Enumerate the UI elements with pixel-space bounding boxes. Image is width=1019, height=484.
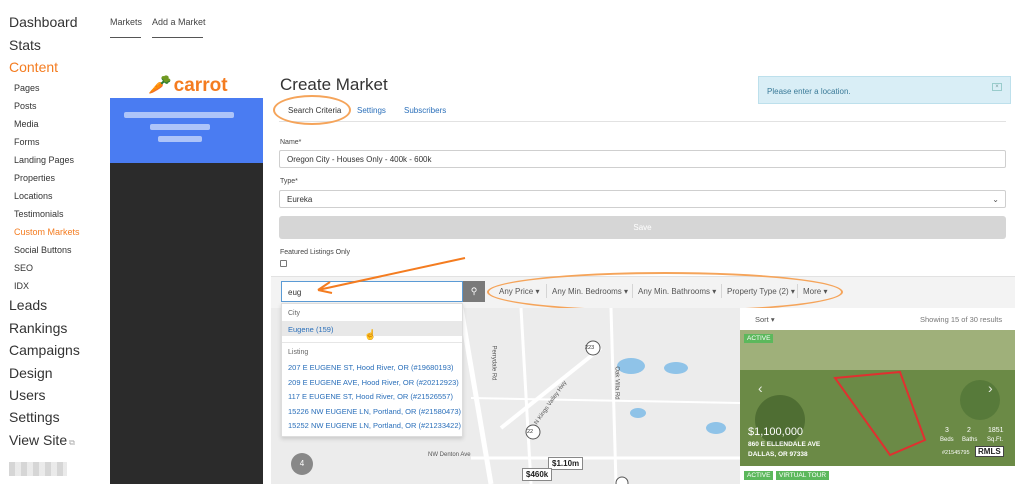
nav-view-site-label: View Site [9, 432, 68, 448]
map-label-denton: NW Denton Ave [428, 452, 471, 458]
close-icon[interactable]: × [992, 83, 1002, 91]
city-option[interactable]: Eugene (159) [288, 325, 333, 334]
nav-item-social-buttons[interactable]: Social Buttons [14, 245, 72, 255]
type-label: Type* [280, 178, 298, 185]
rmls-logo: RMLS [975, 446, 1004, 457]
chevron-left-icon[interactable]: ‹ [758, 380, 763, 396]
tab-markets[interactable]: Markets [110, 17, 142, 27]
listing-option[interactable]: 117 E EUGENE ST, Hood River, OR (#215265… [288, 392, 453, 401]
app-root: Dashboard Stats Content Pages Posts Medi… [0, 0, 1019, 484]
blurred-text [158, 136, 202, 142]
chevron-right-icon[interactable]: › [988, 380, 993, 396]
status-badge: ACTIVE [744, 471, 774, 480]
baths-count: 2 [967, 427, 971, 434]
listing-address: 860 E ELLENDALE AVE [748, 441, 821, 448]
name-field[interactable]: Oregon City - Houses Only - 400k - 600k [279, 150, 1006, 168]
map-price-marker[interactable]: $1.10m [548, 457, 584, 470]
map-cluster[interactable]: 4 [291, 453, 313, 475]
sort-dropdown[interactable]: Sort ▾ [755, 315, 775, 324]
virtual-tour-badge: VIRTUAL TOUR [776, 471, 830, 480]
nav-campaigns[interactable]: Campaigns [9, 342, 80, 358]
sqft-label: Sq.Ft. [987, 437, 1004, 443]
map-label-oak-villa: Oak Villa Rd [613, 366, 620, 400]
map-price-marker[interactable]: $460k [522, 468, 553, 481]
sqft-count: 1851 [988, 427, 1004, 434]
nav-dashboard[interactable]: Dashboard [9, 14, 78, 30]
tab-settings[interactable]: Settings [357, 106, 386, 115]
nav-item-seo[interactable]: SEO [14, 263, 33, 273]
nav-rankings[interactable]: Rankings [9, 320, 67, 336]
hand-cursor-icon: ☝ [364, 330, 377, 341]
nav-item-properties[interactable]: Properties [14, 173, 55, 183]
page-title: Create Market [280, 75, 388, 94]
nav-item-locations[interactable]: Locations [14, 191, 53, 201]
nav-design[interactable]: Design [9, 365, 53, 381]
listing-option[interactable]: 207 E EUGENE ST, Hood River, OR (#196801… [288, 363, 454, 372]
listing-header: Listing [288, 349, 309, 356]
save-button[interactable]: Save [279, 216, 1006, 239]
tab-add-market[interactable]: Add a Market [152, 17, 206, 27]
blurred-text [124, 112, 234, 118]
user-avatar-blurred [9, 462, 67, 476]
listing-option[interactable]: 15226 NW EUGENE LN, Portland, OR (#21580… [288, 407, 461, 416]
nav-item-landing-pages[interactable]: Landing Pages [14, 155, 74, 165]
nav-item-pages[interactable]: Pages [14, 83, 40, 93]
nav-users[interactable]: Users [9, 387, 46, 403]
nav-item-testimonials[interactable]: Testimonials [14, 209, 64, 219]
highlight-ring [273, 95, 351, 125]
listing-price: $1,100,000 [748, 426, 804, 438]
type-select[interactable]: Eureka ⌄ [279, 190, 1006, 208]
name-label: Name* [280, 139, 302, 146]
featured-checkbox[interactable] [280, 260, 287, 267]
nav-item-media[interactable]: Media [14, 119, 39, 129]
beds-label: Beds [940, 437, 954, 443]
external-link-icon: ⧉ [69, 438, 75, 447]
mls-number: #21545795 [942, 450, 970, 456]
city-header: City [288, 310, 301, 317]
tab-add-market-underline [152, 37, 203, 38]
autocomplete-dropdown: City Eugene (159) ☝ Listing 207 E EUGENE… [281, 303, 463, 437]
left-nav: Dashboard Stats Content Pages Posts Medi… [0, 0, 100, 484]
highlight-ring [487, 272, 843, 312]
site-preview: 🥕 carrot [110, 68, 263, 484]
nav-item-forms[interactable]: Forms [14, 137, 40, 147]
divider [282, 342, 462, 343]
sort-label: Sort [755, 315, 769, 324]
nav-leads[interactable]: Leads [9, 297, 47, 313]
tab-divider [279, 121, 1006, 122]
map-label-22: 22 [527, 429, 534, 435]
logo-text: carrot [173, 75, 228, 96]
status-badge: ACTIVE [744, 334, 774, 343]
carrot-logo: 🥕 carrot [148, 73, 228, 97]
nav-item-posts[interactable]: Posts [14, 101, 37, 111]
preview-header: 🥕 carrot [110, 68, 263, 98]
blurred-text [150, 124, 210, 130]
nav-stats[interactable]: Stats [9, 37, 41, 53]
nav-view-site[interactable]: View Site ⧉ [9, 432, 75, 448]
nav-content[interactable]: Content [9, 59, 58, 75]
results-count: Showing 15 of 30 results [920, 315, 1003, 324]
listing-option[interactable]: 15252 NW EUGENE LN, Portland, OR (#21233… [288, 421, 461, 430]
tab-subscribers[interactable]: Subscribers [404, 106, 446, 115]
beds-count: 3 [945, 427, 949, 434]
map-label-perrydale: Perrydale Rd [490, 345, 497, 381]
baths-label: Baths [962, 437, 978, 443]
annotation-arrow [317, 257, 466, 294]
chevron-down-icon: ⌄ [992, 195, 999, 204]
nav-settings[interactable]: Settings [9, 409, 60, 425]
alert-box: Please enter a location. × [758, 76, 1011, 104]
alert-text: Please enter a location. [767, 87, 851, 96]
map-label-223: 223 [585, 345, 595, 351]
listing-option[interactable]: 209 E EUGENE AVE, Hood River, OR (#20212… [288, 378, 459, 387]
carrot-icon: 🥕 [148, 75, 172, 96]
nav-item-custom-markets[interactable]: Custom Markets [14, 227, 80, 237]
tab-markets-underline [110, 37, 141, 38]
type-select-value: Eureka [287, 195, 313, 204]
nav-item-idx[interactable]: IDX [14, 281, 29, 291]
preview-hero [110, 98, 263, 163]
listing-city: DALLAS, OR 97338 [748, 451, 808, 458]
